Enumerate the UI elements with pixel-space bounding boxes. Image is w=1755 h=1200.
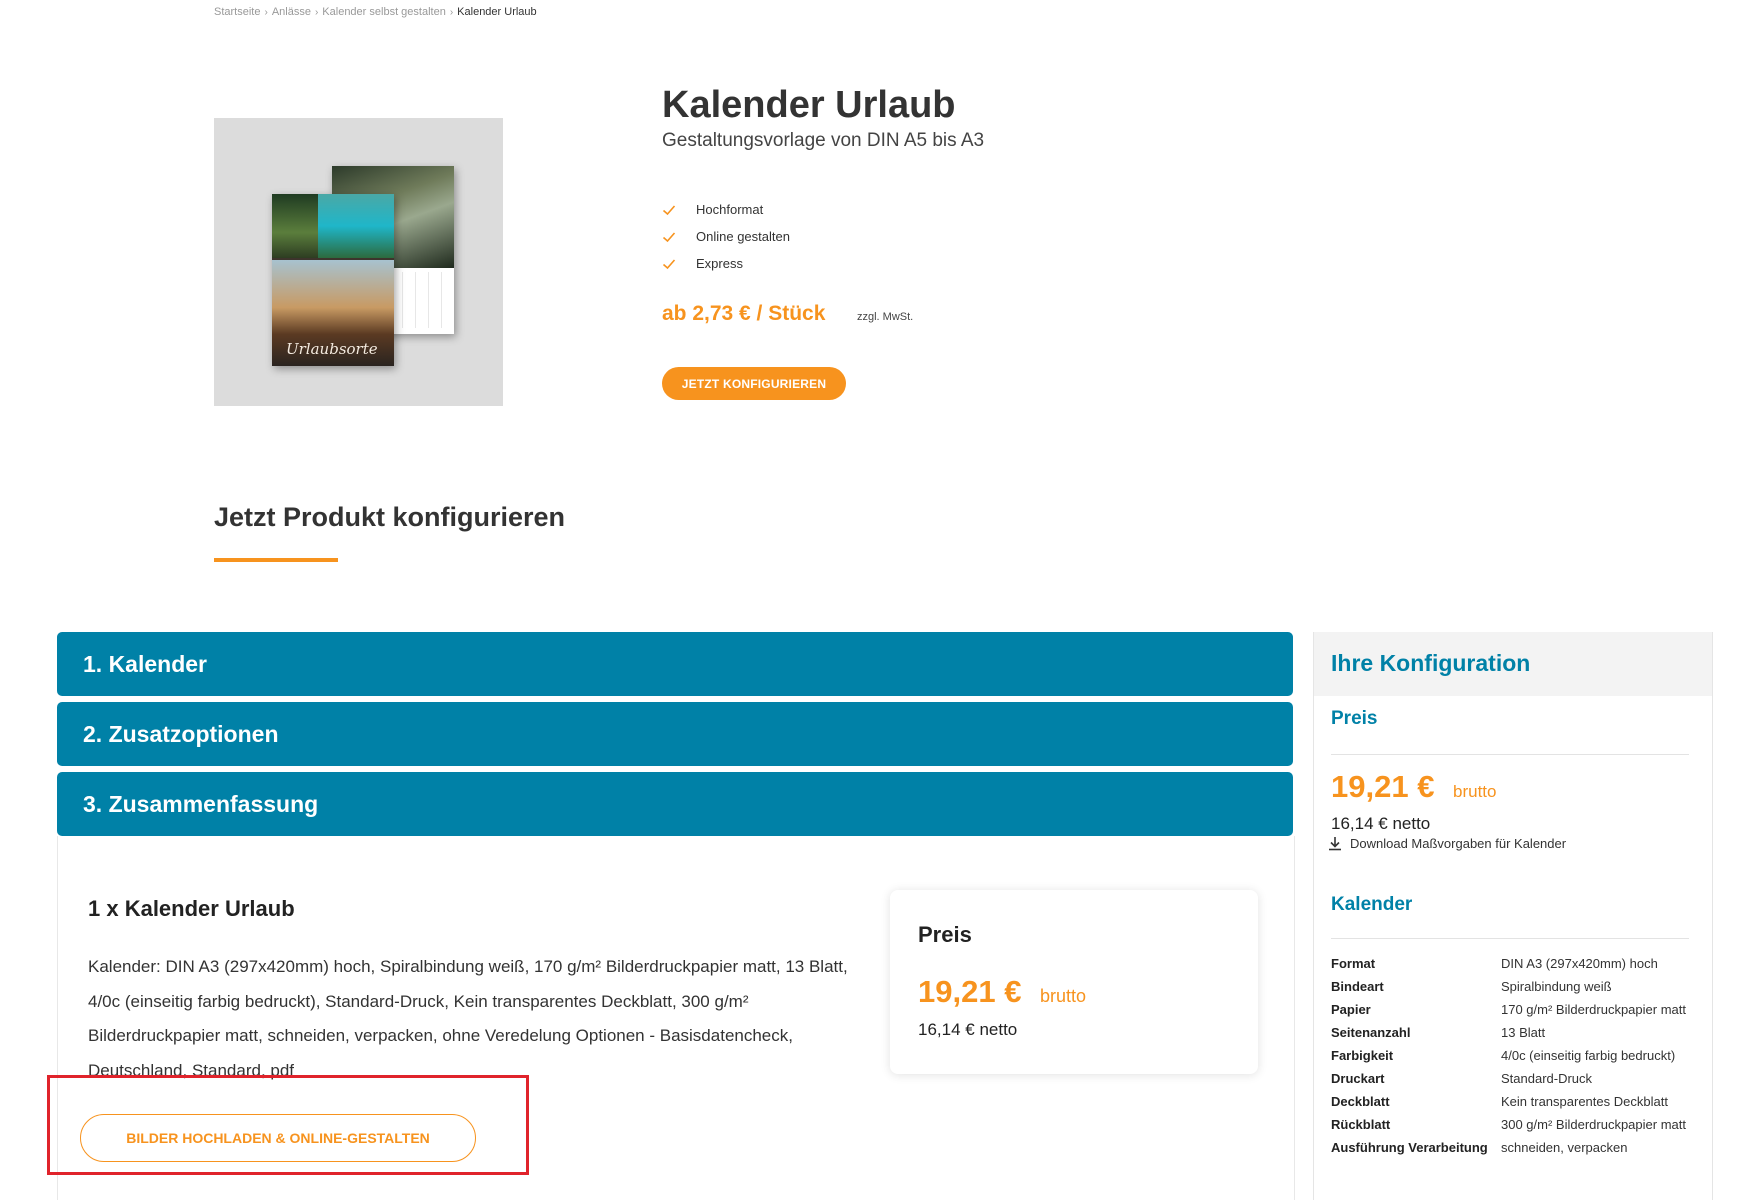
spec-key: Seitenanzahl xyxy=(1331,1025,1411,1040)
breadcrumb-home[interactable]: Startseite xyxy=(214,6,260,18)
spec-list: Format DIN A3 (297x420mm) hoch Bindeart Sp… xyxy=(1331,954,1706,1161)
sidebar-title: Ihre Konfiguration xyxy=(1331,650,1531,676)
feature-item: Express xyxy=(662,250,790,277)
spec-row: Farbigkeit 4/0c (einseitig farbig bedruck… xyxy=(1331,1046,1706,1065)
spec-value: DIN A3 (297x420mm) hoch xyxy=(1501,956,1658,971)
spec-row: Deckblatt Kein transparentes Deckblatt xyxy=(1331,1092,1706,1111)
spec-value: Spiralbindung weiß xyxy=(1501,979,1612,994)
spec-row: Druckart Standard-Druck xyxy=(1331,1069,1706,1088)
breadcrumb-current: Kalender Urlaub xyxy=(457,6,537,18)
calendar-script-title: Urlaubsorte xyxy=(286,340,378,358)
product-image[interactable]: Urlaubsorte xyxy=(214,118,503,406)
product-subtitle: Gestaltungsvorlage von DIN A5 bis A3 xyxy=(662,130,985,151)
price-card-title: Preis xyxy=(918,922,972,947)
feature-label: Express xyxy=(696,256,743,271)
spec-key: Papier xyxy=(1331,1002,1371,1017)
price-card-netto: 16,14 € netto xyxy=(918,1020,1018,1039)
feature-list: Hochformat Online gestalten Express xyxy=(662,196,790,277)
spec-value: 4/0c (einseitig farbig bedruckt) xyxy=(1501,1048,1676,1063)
breadcrumb-calendar-design[interactable]: Kalender selbst gestalten xyxy=(322,6,446,18)
step-zusatzoptionen[interactable]: 2. Zusatzoptionen xyxy=(57,702,1293,766)
step-kalender[interactable]: 1. Kalender xyxy=(57,632,1293,696)
calendar-front-sheet: Urlaubsorte xyxy=(272,194,394,366)
price-vat-note: zzgl. MwSt. xyxy=(857,311,914,323)
calendar-photo-waterfall xyxy=(272,194,318,258)
check-icon xyxy=(662,231,676,242)
divider xyxy=(1331,754,1689,755)
sidebar-price-heading: Preis xyxy=(1331,708,1378,729)
breadcrumb-occasions[interactable]: Anlässe xyxy=(272,6,311,18)
configure-now-button[interactable]: JETZT KONFIGURIEREN xyxy=(662,367,846,400)
configure-heading: Jetzt Produkt konfigurieren xyxy=(214,502,566,532)
spec-row: Papier 170 g/m² Bilderdruckpapier matt xyxy=(1331,1000,1706,1019)
spec-key: Druckart xyxy=(1331,1071,1385,1086)
summary-item-title: 1 x Kalender Urlaub xyxy=(88,896,295,921)
divider xyxy=(1331,938,1689,939)
spec-row: Seitenanzahl 13 Blatt xyxy=(1331,1023,1706,1042)
sidebar-brutto-label: brutto xyxy=(1453,782,1497,801)
spec-value: 13 Blatt xyxy=(1501,1025,1546,1040)
download-specs-link[interactable]: Download Maßvorgaben für Kalender xyxy=(1328,836,1566,851)
spec-row: Format DIN A3 (297x420mm) hoch xyxy=(1331,954,1706,973)
spec-value: Kein transparentes Deckblatt xyxy=(1501,1094,1668,1109)
check-icon xyxy=(662,204,676,215)
spec-key: Bindeart xyxy=(1331,979,1384,994)
download-label: Download Maßvorgaben für Kalender xyxy=(1350,836,1567,851)
spec-key: Farbigkeit xyxy=(1331,1048,1394,1063)
spec-value: 300 g/m² Bilderdruckpapier matt xyxy=(1501,1117,1686,1132)
sidebar-netto: 16,14 € netto xyxy=(1331,814,1431,833)
calendar-photo-lagoon xyxy=(318,194,394,258)
feature-item: Online gestalten xyxy=(662,223,790,250)
configuration-sidebar: Ihre Konfiguration Preis 19,21 € brutto … xyxy=(1313,632,1713,1200)
heading-underline xyxy=(214,558,338,562)
summary-price-card: Preis 19,21 € brutto 16,14 € netto xyxy=(890,890,1258,1074)
spec-row: Rückblatt 300 g/m² Bilderdruckpapier matt xyxy=(1331,1115,1706,1134)
spec-key: Format xyxy=(1331,956,1376,971)
feature-label: Online gestalten xyxy=(696,229,790,244)
spec-row: Ausführung Verarbeitung schneiden, verpac… xyxy=(1331,1138,1706,1157)
step-zusammenfassung[interactable]: 3. Zusammenfassung xyxy=(57,772,1293,836)
download-icon xyxy=(1329,837,1341,851)
feature-item: Hochformat xyxy=(662,196,790,223)
spec-value: schneiden, verpacken xyxy=(1501,1140,1628,1155)
check-icon xyxy=(662,258,676,269)
breadcrumb-separator: › xyxy=(264,6,268,18)
feature-label: Hochformat xyxy=(696,202,764,217)
summary-description: Kalender: DIN A3 (297x420mm) hoch, Spira… xyxy=(88,957,848,1080)
spec-key: Rückblatt xyxy=(1331,1117,1391,1132)
breadcrumb: Startseite › Anlässe › Kalender selbst g… xyxy=(214,6,537,18)
breadcrumb-separator: › xyxy=(314,6,319,18)
spec-row: Bindeart Spiralbindung weiß xyxy=(1331,977,1706,996)
sidebar-price-value: 19,21 € xyxy=(1331,769,1435,804)
spec-key: Ausführung Verarbeitung xyxy=(1331,1140,1488,1155)
highlight-box xyxy=(47,1075,529,1175)
spec-key: Deckblatt xyxy=(1331,1094,1390,1109)
spec-value: Standard-Druck xyxy=(1501,1071,1593,1086)
price-card-brutto-label: brutto xyxy=(1040,986,1087,1006)
product-title: Kalender Urlaub xyxy=(662,84,956,126)
price-from: ab 2,73 € / Stück xyxy=(662,302,826,325)
breadcrumb-separator: › xyxy=(449,6,454,18)
spec-value: 170 g/m² Bilderdruckpapier matt xyxy=(1501,1002,1686,1017)
sidebar-header: Ihre Konfiguration xyxy=(1314,632,1712,696)
price-card-brutto-value: 19,21 € xyxy=(918,974,1022,1009)
sidebar-calendar-heading: Kalender xyxy=(1331,894,1413,915)
